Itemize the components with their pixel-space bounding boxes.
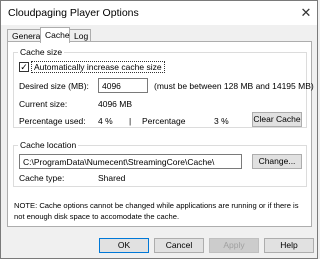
cache-tab-panel: Cache size ✓ Automatically increase cach… <box>7 41 314 227</box>
desired-size-input[interactable]: 4096 <box>98 78 148 93</box>
desired-size-hint: (must be between 128 MB and 14195 MB) <box>154 81 314 91</box>
help-button[interactable]: Help <box>264 238 314 253</box>
cache-location-group: Cache location C:\ProgramData\Numecent\S… <box>13 140 307 187</box>
cache-path-input[interactable]: C:\ProgramData\Numecent\StreamingCore\Ca… <box>19 154 242 169</box>
options-dialog: Cloudpaging Player Options ✕ General Cac… <box>0 0 318 259</box>
title-bar: Cloudpaging Player Options ✕ <box>1 1 317 25</box>
percentage-value: 3 % <box>214 116 229 126</box>
close-icon[interactable]: ✕ <box>295 1 317 25</box>
tab-cache[interactable]: Cache <box>40 27 70 43</box>
percentage-separator: | <box>129 116 132 126</box>
auto-increase-label[interactable]: Automatically increase cache size <box>31 61 165 73</box>
cache-location-group-title: Cache location <box>18 140 79 150</box>
cancel-button[interactable]: Cancel <box>154 238 204 253</box>
percentage-used-label: Percentage used: <box>19 116 86 126</box>
change-location-button[interactable]: Change... <box>252 154 302 169</box>
tab-strip: General Cache Log <box>7 27 307 43</box>
percentage-label: Percentage <box>142 116 186 126</box>
cache-size-group: Cache size ✓ Automatically increase cach… <box>13 47 314 128</box>
cache-type-value: Shared <box>98 173 126 183</box>
cache-size-group-title: Cache size <box>18 47 65 57</box>
auto-increase-checkbox[interactable]: ✓ <box>19 62 29 72</box>
cache-type-label: Cache type: <box>19 173 65 183</box>
window-title: Cloudpaging Player Options <box>8 7 139 19</box>
desired-size-label: Desired size (MB): <box>19 81 89 91</box>
current-size-label: Current size: <box>19 99 68 109</box>
cache-options-note: NOTE: Cache options cannot be changed wh… <box>14 201 299 221</box>
apply-button[interactable]: Apply <box>209 238 259 253</box>
percentage-used-value: 4 % <box>98 116 113 126</box>
ok-button[interactable]: OK <box>99 238 149 253</box>
clear-cache-button[interactable]: Clear Cache <box>252 112 302 127</box>
current-size-value: 4096 MB <box>98 99 133 109</box>
